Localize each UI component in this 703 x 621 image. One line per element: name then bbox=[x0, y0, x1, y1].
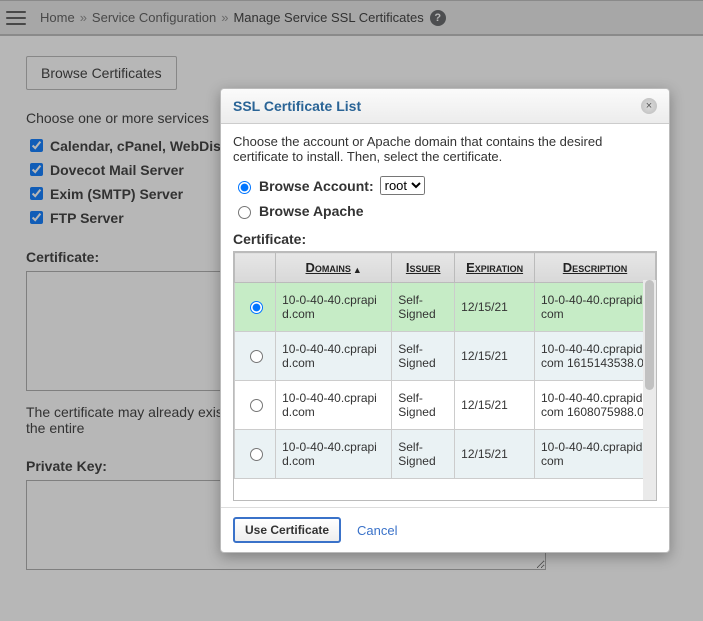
browse-account-radio[interactable] bbox=[238, 181, 251, 194]
browse-account-row: Browse Account: root bbox=[233, 176, 657, 195]
column-select bbox=[235, 253, 276, 283]
cell-issuer: Self-Signed bbox=[392, 283, 455, 332]
cell-issuer: Self-Signed bbox=[392, 381, 455, 430]
browse-apache-radio[interactable] bbox=[238, 206, 251, 219]
column-description[interactable]: Description bbox=[535, 253, 656, 283]
browse-account-label: Browse Account: bbox=[259, 178, 374, 194]
dialog-instruction: Choose the account or Apache domain that… bbox=[233, 134, 657, 164]
cert-select-radio[interactable] bbox=[250, 301, 263, 314]
cell-issuer: Self-Signed bbox=[392, 332, 455, 381]
cell-domain: 10-0-40-40.cprapid.com bbox=[276, 381, 392, 430]
cancel-link[interactable]: Cancel bbox=[357, 523, 397, 538]
cell-description: 10-0-40-40.cprapid.com 1608075988.0 bbox=[535, 381, 656, 430]
dialog-footer: Use Certificate Cancel bbox=[221, 507, 669, 552]
cell-expiration: 12/15/21 bbox=[455, 332, 535, 381]
table-row[interactable]: 10-0-40-40.cprapid.com Self-Signed 12/15… bbox=[235, 283, 656, 332]
column-expiration[interactable]: Expiration bbox=[455, 253, 535, 283]
table-scrollbar[interactable] bbox=[643, 280, 656, 500]
browse-apache-row: Browse Apache bbox=[233, 203, 657, 219]
cell-expiration: 12/15/21 bbox=[455, 283, 535, 332]
column-domains[interactable]: Domains▲ bbox=[276, 253, 392, 283]
browse-apache-label: Browse Apache bbox=[259, 203, 364, 219]
dialog-title: SSL Certificate List bbox=[233, 98, 361, 114]
cell-expiration: 12/15/21 bbox=[455, 381, 535, 430]
column-issuer[interactable]: Issuer bbox=[392, 253, 455, 283]
cell-expiration: 12/15/21 bbox=[455, 430, 535, 479]
certificate-heading: Certificate: bbox=[233, 231, 657, 247]
certificate-table-wrap: Domains▲ Issuer Expiration Description 1… bbox=[233, 251, 657, 501]
table-row[interactable]: 10-0-40-40.cprapid.com Self-Signed 12/15… bbox=[235, 430, 656, 479]
cert-select-radio[interactable] bbox=[250, 448, 263, 461]
dialog-header: SSL Certificate List × bbox=[221, 89, 669, 124]
account-select[interactable]: root bbox=[380, 176, 425, 195]
cell-description: 10-0-40-40.cprapid.com bbox=[535, 283, 656, 332]
use-certificate-button[interactable]: Use Certificate bbox=[233, 517, 341, 543]
cert-select-radio[interactable] bbox=[250, 399, 263, 412]
cell-domain: 10-0-40-40.cprapid.com bbox=[276, 283, 392, 332]
close-icon[interactable]: × bbox=[641, 98, 657, 114]
certificate-table: Domains▲ Issuer Expiration Description 1… bbox=[234, 252, 656, 479]
scrollbar-thumb[interactable] bbox=[645, 280, 654, 390]
cell-domain: 10-0-40-40.cprapid.com bbox=[276, 332, 392, 381]
cell-domain: 10-0-40-40.cprapid.com bbox=[276, 430, 392, 479]
table-row[interactable]: 10-0-40-40.cprapid.com Self-Signed 12/15… bbox=[235, 332, 656, 381]
cell-description: 10-0-40-40.cprapid.com bbox=[535, 430, 656, 479]
sort-asc-icon: ▲ bbox=[353, 265, 362, 275]
table-row[interactable]: 10-0-40-40.cprapid.com Self-Signed 12/15… bbox=[235, 381, 656, 430]
cert-select-radio[interactable] bbox=[250, 350, 263, 363]
cell-issuer: Self-Signed bbox=[392, 430, 455, 479]
cell-description: 10-0-40-40.cprapid.com 1615143538.0 bbox=[535, 332, 656, 381]
ssl-certificate-list-dialog: SSL Certificate List × Choose the accoun… bbox=[220, 88, 670, 553]
dialog-body: Choose the account or Apache domain that… bbox=[221, 124, 669, 507]
